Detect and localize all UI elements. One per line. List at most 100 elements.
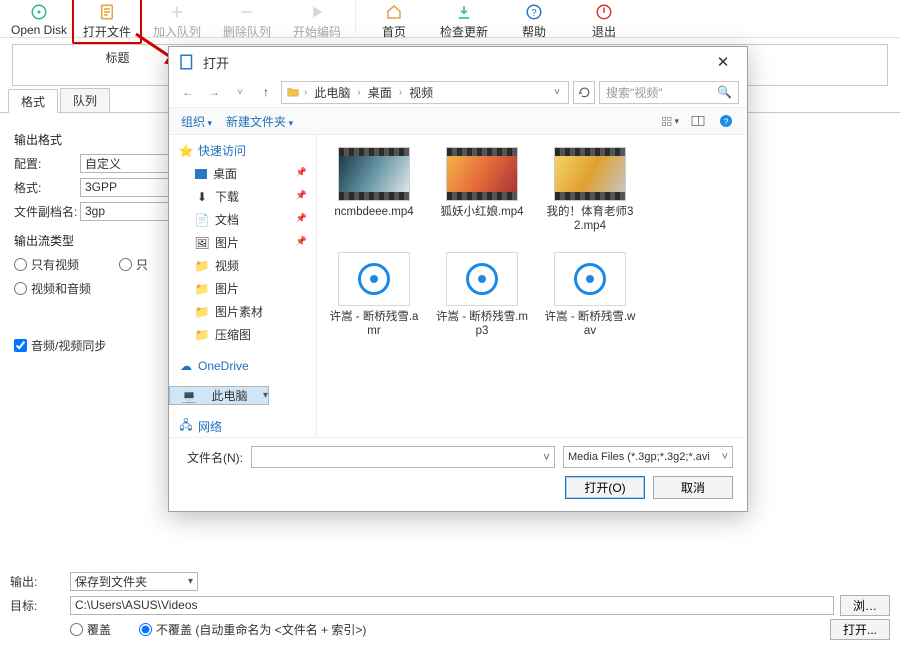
svg-text:?: ? bbox=[724, 116, 729, 126]
crumb-dropdown[interactable]: ˅ bbox=[550, 87, 564, 98]
sidebar-item-videos[interactable]: 📁视频 bbox=[169, 254, 316, 277]
sidebar-onedrive[interactable]: ☁OneDrive bbox=[169, 356, 316, 376]
file-item[interactable]: 许嵩 - 断桥残雪.wav bbox=[543, 252, 637, 339]
search-input[interactable]: 搜索"视频" 🔍 bbox=[599, 81, 739, 104]
delete-queue-label: 删除队列 bbox=[223, 23, 271, 40]
crumb-desktop[interactable]: 桌面 bbox=[365, 84, 395, 101]
filename-label: 文件名(N): bbox=[183, 449, 243, 466]
format-select[interactable]: 3GPP bbox=[80, 178, 180, 197]
sidebar-item-downloads[interactable]: ⬇下载📌 bbox=[169, 185, 316, 208]
open-disk-button[interactable]: Open Disk bbox=[4, 0, 74, 37]
folder-icon: 📁 bbox=[195, 305, 209, 319]
preview-pane-button[interactable] bbox=[689, 113, 707, 129]
folder-icon: 📁 bbox=[195, 282, 209, 296]
open-output-button[interactable]: 打开... bbox=[830, 619, 890, 640]
minus-icon bbox=[237, 3, 257, 21]
folder-icon bbox=[286, 85, 300, 99]
sidebar-item-pic-material[interactable]: 📁图片素材 bbox=[169, 300, 316, 323]
file-name: 许嵩 - 断桥残雪.amr bbox=[327, 310, 421, 339]
home-icon bbox=[384, 3, 404, 21]
sidebar-quick-access[interactable]: ⭐ 快速访问 bbox=[169, 139, 316, 162]
tab-queue[interactable]: 队列 bbox=[60, 88, 110, 112]
sidebar-item-pictures[interactable]: 🖼图片📌 bbox=[169, 231, 316, 254]
output-mode-select[interactable]: 保存到文件夹 bbox=[70, 572, 198, 591]
power-icon bbox=[594, 3, 614, 21]
add-queue-button: 加入队列 bbox=[142, 0, 212, 40]
home-label: 首页 bbox=[382, 23, 406, 40]
target-label: 目标: bbox=[10, 597, 70, 614]
search-icon: 🔍 bbox=[717, 85, 732, 99]
file-item[interactable]: 我的！体育老师32.mp4 bbox=[543, 147, 637, 234]
tab-format[interactable]: 格式 bbox=[8, 89, 58, 113]
video-thumbnail-icon bbox=[554, 147, 626, 201]
exit-button[interactable]: 退出 bbox=[569, 0, 639, 40]
filename-combo[interactable] bbox=[251, 446, 555, 468]
bottom-bar: 输出: 保存到文件夹 目标: C:\Users\ASUS\Videos 浏… 覆… bbox=[0, 564, 900, 650]
view-mode-button[interactable]: ▾ bbox=[661, 113, 679, 129]
sidebar-network[interactable]: 🖧网络 bbox=[169, 415, 316, 437]
no-overwrite-radio[interactable]: 不覆盖 (自动重命名为 <文件名 + 索引>) bbox=[139, 621, 366, 638]
target-path-input[interactable]: C:\Users\ASUS\Videos bbox=[70, 596, 834, 615]
check-update-button[interactable]: 检查更新 bbox=[429, 0, 499, 40]
file-icon bbox=[97, 3, 117, 21]
check-update-label: 检查更新 bbox=[440, 23, 488, 40]
browse-button[interactable]: 浏… bbox=[840, 595, 890, 616]
only-radio-partial[interactable]: 只 bbox=[119, 256, 148, 273]
file-item[interactable]: 狐妖小红娘.mp4 bbox=[435, 147, 529, 234]
nav-up-button[interactable]: ↑ bbox=[255, 81, 277, 103]
overwrite-radio[interactable]: 覆盖 bbox=[70, 621, 111, 638]
dialog-cancel-button[interactable]: 取消 bbox=[653, 476, 733, 499]
delete-queue-button: 删除队列 bbox=[212, 0, 282, 40]
new-folder-button[interactable]: 新建文件夹 bbox=[226, 113, 293, 130]
ext-select[interactable]: 3gp bbox=[80, 202, 180, 221]
exit-label: 退出 bbox=[592, 23, 616, 40]
sidebar-this-pc[interactable]: 💻此电脑 bbox=[169, 386, 269, 405]
file-name: ncmbdeee.mp4 bbox=[334, 205, 413, 219]
nav-forward-button: → bbox=[203, 81, 225, 103]
breadcrumb[interactable]: › 此电脑 › 桌面 › 视频 ˅ bbox=[281, 81, 569, 104]
file-item[interactable]: ncmbdeee.mp4 bbox=[327, 147, 421, 234]
nav-recent-button[interactable]: ˅ bbox=[229, 81, 251, 103]
svg-text:?: ? bbox=[531, 8, 537, 19]
download-icon: ⬇ bbox=[195, 190, 209, 204]
add-queue-label: 加入队列 bbox=[153, 23, 201, 40]
pin-icon: 📌 bbox=[296, 190, 307, 201]
output-label: 输出: bbox=[10, 573, 70, 590]
file-name: 许嵩 - 断桥残雪.wav bbox=[543, 310, 637, 339]
dialog-icon bbox=[177, 53, 197, 71]
crumb-videos[interactable]: 视频 bbox=[406, 84, 436, 101]
home-button[interactable]: 首页 bbox=[359, 0, 429, 40]
dialog-open-button[interactable]: 打开(O) bbox=[565, 476, 645, 499]
av-both-radio[interactable]: 视频和音频 bbox=[14, 280, 91, 297]
nav-back-button[interactable]: ← bbox=[177, 81, 199, 103]
file-item[interactable]: 许嵩 - 断桥残雪.mp3 bbox=[435, 252, 529, 339]
cloud-icon: ☁ bbox=[179, 359, 193, 373]
sidebar-item-desktop[interactable]: 桌面📌 bbox=[169, 162, 316, 185]
profile-select[interactable]: 自定义 bbox=[80, 154, 180, 173]
picture-icon: 🖼 bbox=[195, 236, 209, 250]
plus-icon bbox=[167, 3, 187, 21]
file-item[interactable]: 许嵩 - 断桥残雪.amr bbox=[327, 252, 421, 339]
sidebar-item-compressed[interactable]: 📁压缩图 bbox=[169, 323, 316, 346]
video-thumbnail-icon bbox=[446, 147, 518, 201]
sidebar-item-documents[interactable]: 📄文档📌 bbox=[169, 208, 316, 231]
close-button[interactable]: ✕ bbox=[707, 51, 739, 73]
dialog-titlebar[interactable]: 打开 ✕ bbox=[169, 47, 747, 77]
file-name: 狐妖小红娘.mp4 bbox=[440, 205, 523, 219]
file-pane[interactable]: ncmbdeee.mp4狐妖小红娘.mp4我的！体育老师32.mp4许嵩 - 断… bbox=[317, 135, 747, 437]
audio-file-icon bbox=[446, 252, 518, 306]
sidebar-item-pictures2[interactable]: 📁图片 bbox=[169, 277, 316, 300]
video-only-radio[interactable]: 只有视频 bbox=[14, 256, 79, 273]
help-button[interactable]: ? 帮助 bbox=[499, 0, 569, 40]
play-icon bbox=[307, 3, 327, 21]
organize-menu[interactable]: 组织 bbox=[181, 113, 212, 130]
open-file-dialog: 打开 ✕ ← → ˅ ↑ › 此电脑 › 桌面 › 视频 ˅ 搜索"视频" 🔍 … bbox=[168, 46, 748, 512]
profile-label: 配置: bbox=[14, 155, 80, 172]
dialog-sidebar: ⭐ 快速访问 桌面📌 ⬇下载📌 📄文档📌 🖼图片📌 📁视频 📁图片 📁图片素材 … bbox=[169, 135, 317, 437]
open-file-button[interactable]: 打开文件 bbox=[72, 0, 142, 44]
refresh-button[interactable] bbox=[573, 81, 595, 104]
filetype-combo[interactable]: Media Files (*.3gp;*.3g2;*.avi bbox=[563, 446, 733, 468]
help-icon-button[interactable]: ? bbox=[717, 113, 735, 129]
format-label: 格式: bbox=[14, 179, 80, 196]
crumb-this-pc[interactable]: 此电脑 bbox=[311, 84, 353, 101]
